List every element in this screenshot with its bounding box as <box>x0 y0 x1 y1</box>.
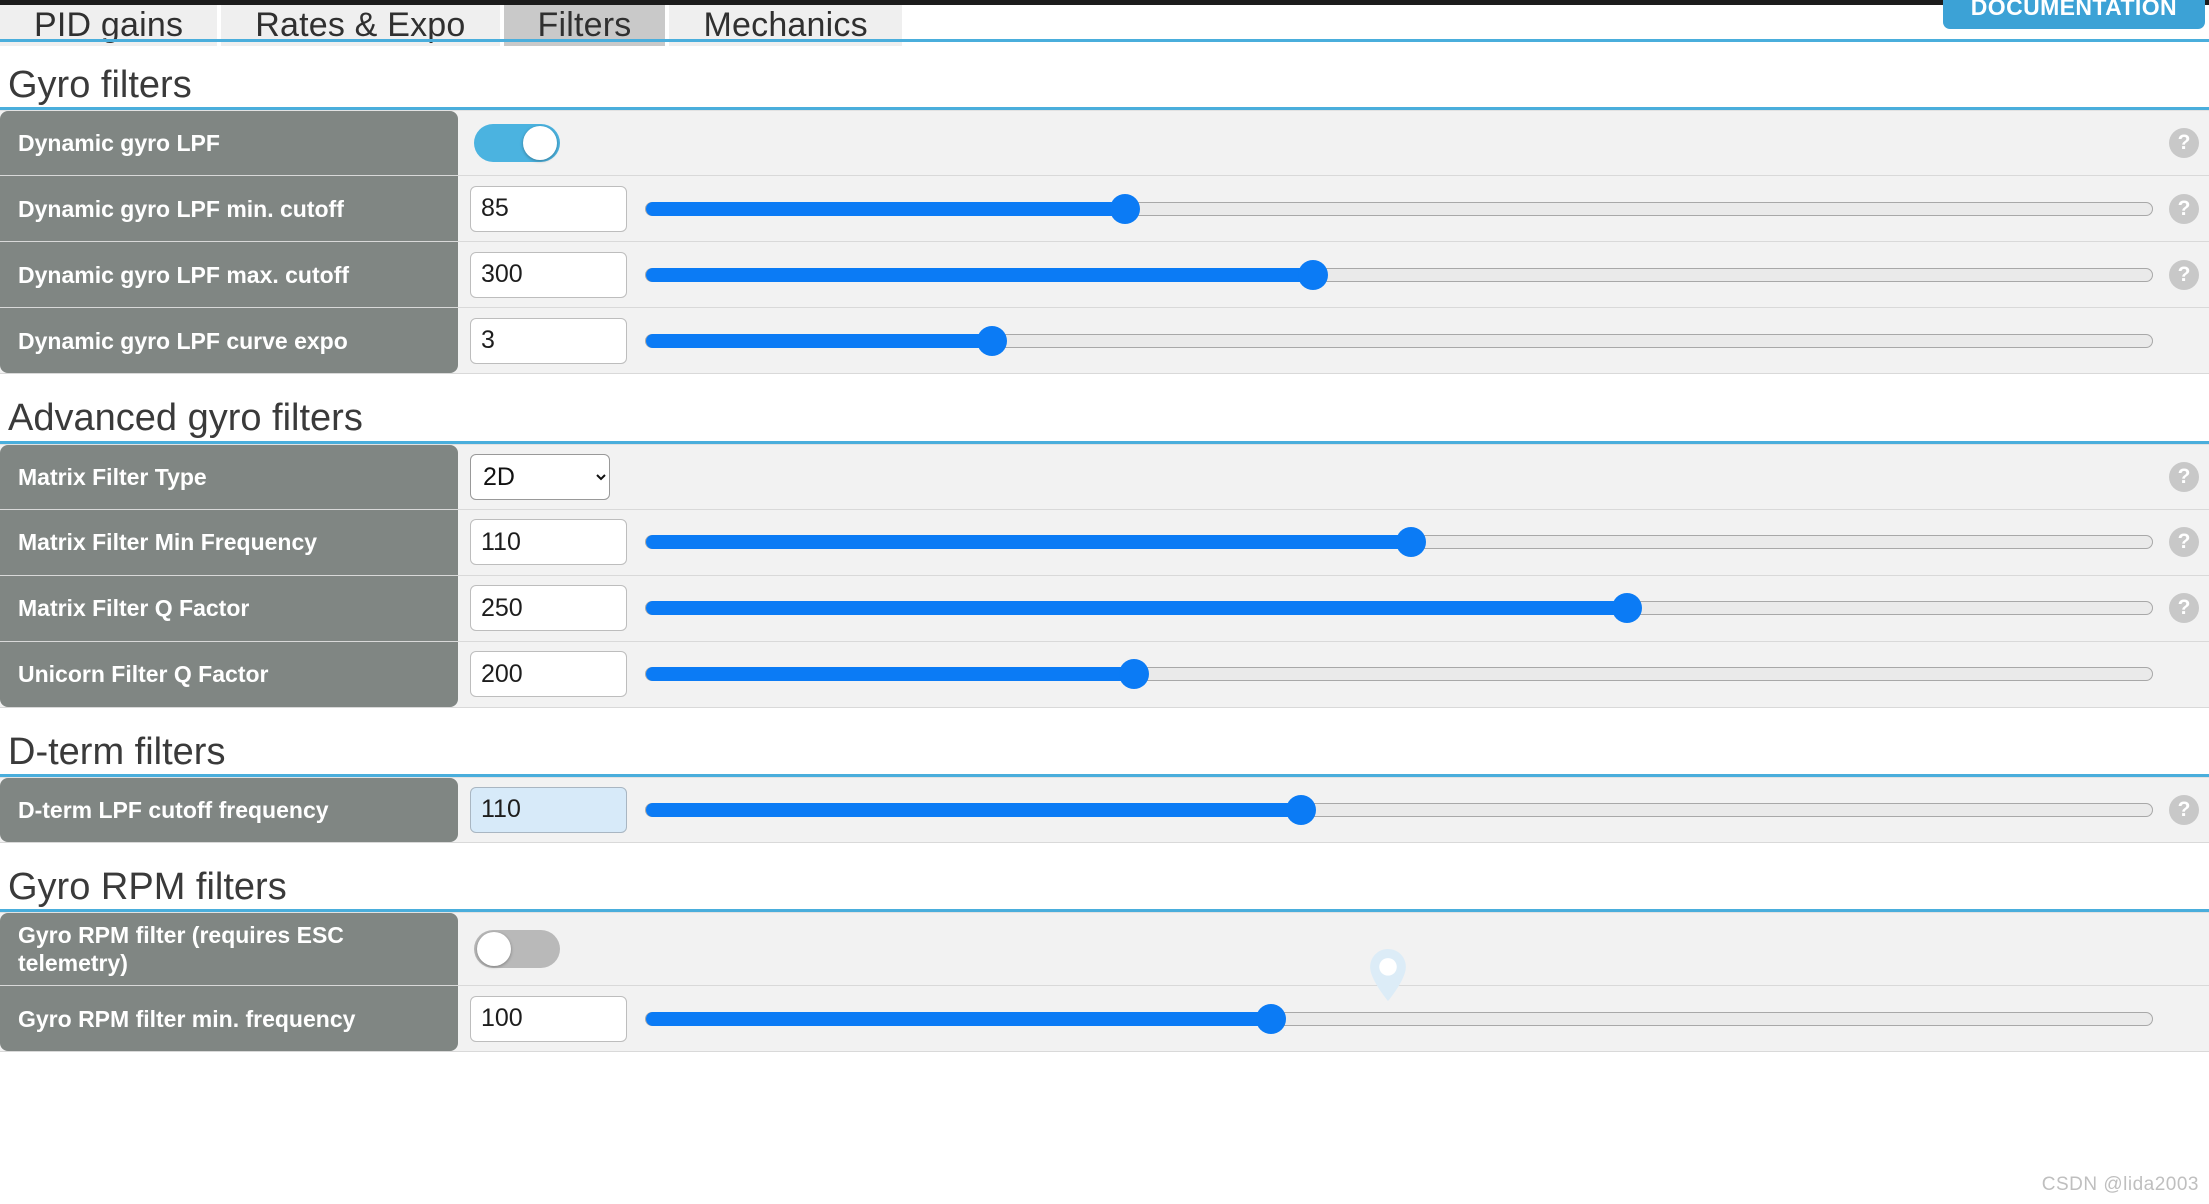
tab-list: PID gains Rates & Expo Filters Mechanics <box>0 0 906 46</box>
setting-control-area: 2D? <box>458 445 2209 509</box>
help-icon-spacer <box>2169 659 2199 689</box>
slider-fill <box>646 535 1413 550</box>
slider-fill <box>646 601 1628 616</box>
help-icon[interactable]: ? <box>2169 527 2199 558</box>
section: Advanced gyro filters Matrix Filter Type 2… <box>0 380 2209 713</box>
setting-label: Dynamic gyro LPF max. cutoff <box>0 242 458 308</box>
setting-label: Unicorn Filter Q Factor <box>0 641 458 707</box>
value-slider[interactable] <box>645 593 2153 624</box>
setting-control-area <box>458 642 2209 707</box>
setting-control-area <box>458 308 2209 373</box>
section: Gyro filters Dynamic gyro LPF? Dynamic gyr… <box>0 47 2209 380</box>
help-icon[interactable]: ? <box>2169 259 2199 290</box>
settings-row: Gyro RPM filter min. frequency <box>0 986 2209 1053</box>
top-tab-bar: PID gains Rates & Expo Filters Mechanics DO… <box>0 0 2209 46</box>
setting-control-area: ? <box>458 176 2209 241</box>
setting-label: Matrix Filter Min Frequency <box>0 509 458 575</box>
slider-thumb[interactable] <box>1298 259 1329 290</box>
value-input[interactable] <box>470 251 627 298</box>
value-input[interactable] <box>470 995 627 1042</box>
settings-row: Dynamic gyro LPF? <box>0 110 2209 177</box>
value-input[interactable] <box>470 519 627 566</box>
section-title: Gyro RPM filters <box>8 865 287 908</box>
help-icon-spacer <box>2169 326 2199 356</box>
settings-row: Dynamic gyro LPF max. cutoff? <box>0 242 2209 309</box>
settings-table: Gyro RPM filter (requires ESC telemetry)… <box>0 912 2209 1053</box>
toggle-knob <box>523 126 557 161</box>
setting-label: Dynamic gyro LPF curve expo <box>0 308 458 374</box>
slider-thumb[interactable] <box>1396 527 1427 558</box>
help-icon[interactable]: ? <box>2169 461 2199 492</box>
slider-fill <box>646 802 1302 817</box>
settings-table: Matrix Filter Type 2D? Matrix Filter Min F… <box>0 443 2209 708</box>
setting-label: Gyro RPM filter min. frequency <box>0 986 458 1052</box>
settings-row: Matrix Filter Min Frequency? <box>0 509 2209 576</box>
value-input[interactable] <box>470 185 627 232</box>
setting-label: Matrix Filter Type <box>0 444 458 509</box>
settings-row: Matrix Filter Q Factor? <box>0 575 2209 642</box>
slider-thumb[interactable] <box>1109 193 1140 224</box>
filter-type-select[interactable]: 2D <box>470 453 610 500</box>
slider-fill <box>646 1011 1272 1026</box>
section: D-term filters D-term LPF cutoff frequenc… <box>0 714 2209 849</box>
value-slider[interactable] <box>645 259 2153 290</box>
settings-table: D-term LPF cutoff frequency? <box>0 776 2209 843</box>
help-icon[interactable]: ? <box>2169 128 2199 159</box>
slider-thumb[interactable] <box>1285 794 1316 825</box>
slider-fill <box>646 333 993 348</box>
value-slider[interactable] <box>645 193 2153 224</box>
help-icon-spacer <box>2169 934 2199 964</box>
toggle-switch[interactable] <box>474 930 560 969</box>
value-slider[interactable] <box>645 1003 2153 1034</box>
settings-row: D-term LPF cutoff frequency? <box>0 776 2209 843</box>
settings-row: Dynamic gyro LPF curve expo <box>0 308 2209 375</box>
value-slider[interactable] <box>645 659 2153 690</box>
settings-row: Dynamic gyro LPF min. cutoff? <box>0 176 2209 243</box>
slider-thumb[interactable] <box>976 325 1007 356</box>
setting-label: Dynamic gyro LPF <box>0 111 458 176</box>
slider-thumb[interactable] <box>1611 593 1642 624</box>
setting-control-area: ? <box>458 778 2209 842</box>
value-slider[interactable] <box>645 794 2153 825</box>
toggle-knob <box>477 932 511 967</box>
documentation-button[interactable]: DOCUMENTATION <box>1942 0 2205 29</box>
help-icon[interactable]: ? <box>2169 193 2199 224</box>
setting-control-area: ? <box>458 576 2209 641</box>
setting-label: Matrix Filter Q Factor <box>0 575 458 641</box>
value-slider[interactable] <box>645 527 2153 558</box>
setting-control-area: ? <box>458 242 2209 307</box>
value-input[interactable] <box>470 786 627 833</box>
setting-control-area <box>458 913 2209 985</box>
settings-table: Dynamic gyro LPF? Dynamic gyro LPF min. c… <box>0 110 2209 375</box>
toggle-switch[interactable] <box>474 124 560 163</box>
help-icon[interactable]: ? <box>2169 794 2199 825</box>
section-title: D-term filters <box>8 730 226 773</box>
section: Gyro RPM filters Gyro RPM filter (require… <box>0 849 2209 1058</box>
settings-row: Gyro RPM filter (requires ESC telemetry) <box>0 912 2209 987</box>
slider-thumb[interactable] <box>1255 1003 1286 1034</box>
value-slider[interactable] <box>645 325 2153 356</box>
value-input[interactable] <box>470 585 627 632</box>
setting-label: Gyro RPM filter (requires ESC telemetry) <box>0 913 458 986</box>
filters-page-content: Gyro filters Dynamic gyro LPF? Dynamic gyr… <box>0 47 2209 1058</box>
setting-control-area: ? <box>458 111 2209 175</box>
slider-fill <box>646 667 1135 682</box>
csdn-watermark: CSDN @lida2003 <box>2041 1174 2199 1195</box>
help-icon-spacer <box>2169 1004 2199 1034</box>
setting-control-area: ? <box>458 510 2209 575</box>
settings-row: Unicorn Filter Q Factor <box>0 641 2209 708</box>
slider-fill <box>646 201 1126 216</box>
setting-label: D-term LPF cutoff frequency <box>0 777 458 842</box>
section-title: Advanced gyro filters <box>8 397 363 440</box>
value-input[interactable] <box>470 651 627 698</box>
section-title: Gyro filters <box>8 64 192 106</box>
slider-fill <box>646 267 1315 282</box>
setting-label: Dynamic gyro LPF min. cutoff <box>0 176 458 242</box>
tab-underline <box>0 39 2209 42</box>
setting-control-area <box>458 986 2209 1051</box>
settings-row: Matrix Filter Type 2D? <box>0 443 2209 510</box>
help-icon[interactable]: ? <box>2169 593 2199 624</box>
slider-thumb[interactable] <box>1118 659 1149 690</box>
value-input[interactable] <box>470 317 627 364</box>
